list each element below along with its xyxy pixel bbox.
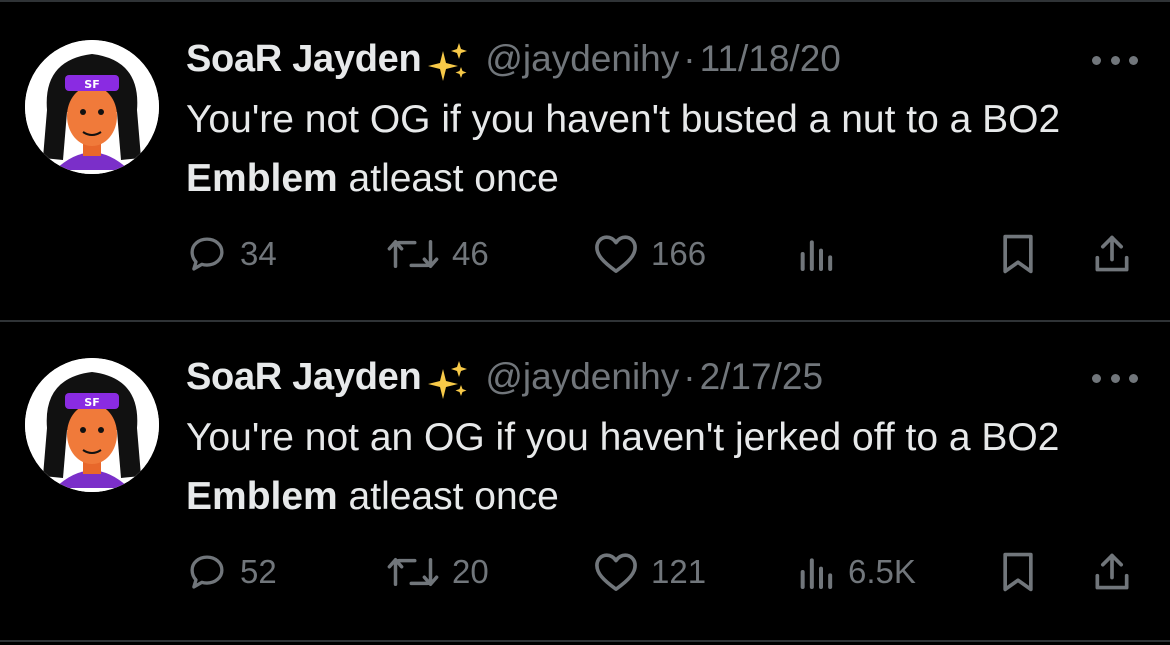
tweet-2[interactable]: SF SoaR Jayden @jaydenihy · 2/17/25 You'… bbox=[0, 322, 1170, 640]
like-count: 121 bbox=[651, 553, 707, 590]
bookmark-icon bbox=[1003, 552, 1033, 592]
author-avatar[interactable]: SF bbox=[25, 40, 159, 174]
reply-button[interactable]: 34 bbox=[186, 229, 277, 279]
repost-button[interactable]: 20 bbox=[386, 547, 489, 597]
reply-icon bbox=[190, 555, 224, 589]
views-count: 6.5K bbox=[848, 553, 916, 590]
bookmark-button[interactable] bbox=[998, 229, 1038, 279]
like-button[interactable]: 121 bbox=[593, 547, 706, 597]
repost-icon bbox=[387, 240, 439, 268]
author-avatar[interactable]: SF bbox=[25, 358, 159, 492]
separator-dot: · bbox=[683, 356, 696, 397]
more-icon[interactable] bbox=[1092, 368, 1138, 388]
tweet-text-part: You're not OG if you haven't busted a nu… bbox=[186, 98, 1061, 141]
tweet-text-bold: Emblem bbox=[186, 475, 338, 518]
share-icon bbox=[1095, 553, 1129, 590]
tweet-text: You're not OG if you haven't busted a nu… bbox=[186, 90, 1146, 208]
repost-button[interactable]: 46 bbox=[386, 229, 489, 279]
tweet-header: SoaR Jayden @jaydenihy · 2/17/25 bbox=[186, 356, 823, 406]
tweet-date[interactable]: 11/18/20 bbox=[700, 38, 841, 80]
tweet-header: SoaR Jayden @jaydenihy · 11/18/20 bbox=[186, 38, 841, 88]
tweet-text-part: atleast once bbox=[337, 157, 559, 200]
tweet-text: You're not an OG if you haven't jerked o… bbox=[186, 408, 1146, 526]
reply-button[interactable]: 52 bbox=[186, 547, 277, 597]
more-icon[interactable] bbox=[1092, 50, 1138, 70]
repost-icon bbox=[387, 558, 439, 586]
like-icon bbox=[595, 553, 637, 591]
separator-dot: · bbox=[683, 38, 696, 79]
tweet-text-part: atleast once bbox=[337, 475, 559, 518]
author-name[interactable]: SoaR Jayden bbox=[186, 356, 422, 399]
tweet-actions: 52 20 121 6.5K bbox=[186, 547, 1146, 597]
tweet-actions: 34 46 166 bbox=[186, 229, 1146, 279]
author-handle[interactable]: @jaydenihy bbox=[485, 356, 679, 398]
tweet-date[interactable]: 2/17/25 bbox=[700, 356, 823, 398]
reply-count: 52 bbox=[240, 553, 277, 590]
tweet-text-bold: Emblem bbox=[186, 157, 338, 200]
repost-count: 46 bbox=[452, 235, 489, 272]
author-name[interactable]: SoaR Jayden bbox=[186, 38, 422, 81]
like-icon bbox=[595, 235, 637, 273]
share-icon bbox=[1095, 235, 1129, 272]
tweet-1[interactable]: SF SoaR Jayden @jaydenihy · 11/18/20 You… bbox=[0, 2, 1170, 320]
tweet-text-part: You're not an OG if you haven't jerked o… bbox=[186, 416, 1060, 459]
sparkles-emoji bbox=[427, 41, 471, 85]
bottom-divider bbox=[0, 640, 1170, 642]
svg-text:SF: SF bbox=[84, 78, 99, 91]
views-icon bbox=[800, 558, 833, 589]
author-handle[interactable]: @jaydenihy bbox=[485, 38, 679, 80]
bookmark-icon bbox=[1003, 234, 1033, 274]
views-button[interactable]: 6.5K bbox=[796, 547, 916, 597]
reply-icon bbox=[190, 237, 224, 271]
share-button[interactable] bbox=[1090, 229, 1134, 279]
repost-count: 20 bbox=[452, 553, 489, 590]
like-button[interactable]: 166 bbox=[593, 229, 706, 279]
svg-text:SF: SF bbox=[84, 396, 99, 409]
share-button[interactable] bbox=[1090, 547, 1134, 597]
views-icon bbox=[800, 240, 833, 271]
views-button[interactable] bbox=[796, 229, 848, 279]
sparkles-emoji bbox=[427, 359, 471, 403]
like-count: 166 bbox=[651, 235, 707, 272]
bookmark-button[interactable] bbox=[998, 547, 1038, 597]
reply-count: 34 bbox=[240, 235, 277, 272]
